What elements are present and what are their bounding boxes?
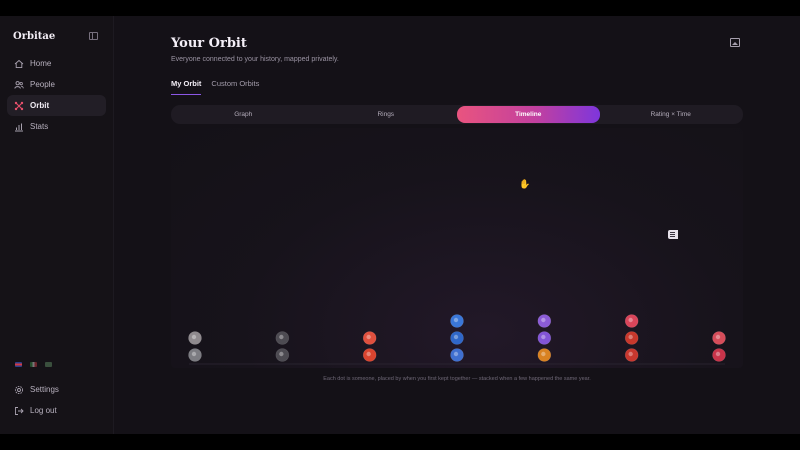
timeline-caption: Each dot is someone, placed by when you …	[323, 376, 591, 382]
uk-flag-icon[interactable]	[15, 362, 22, 367]
people-icon	[14, 80, 24, 90]
person-avatar-icon	[541, 351, 546, 357]
orbit-tabs: My Orbit Custom Orbits	[171, 79, 259, 95]
sidebar-item-label: Home	[30, 59, 52, 68]
sidebar-item-stats[interactable]: Stats	[7, 116, 106, 137]
settings-button[interactable]: Settings	[7, 379, 106, 400]
hand-cursor-icon: ✋	[519, 179, 531, 189]
person-avatar-icon	[366, 334, 371, 340]
timeline-chart[interactable]: 2019202020212022202320242025	[171, 128, 743, 368]
person-avatar-icon	[279, 334, 284, 340]
sidebar-item-people[interactable]: People	[7, 74, 106, 95]
person-avatar-icon	[628, 317, 633, 323]
view-graph-button[interactable]: Graph	[172, 106, 315, 123]
sidebar-item-orbit[interactable]: Orbit	[7, 95, 106, 116]
person-avatar-icon	[715, 334, 721, 340]
it-flag-icon[interactable]	[30, 362, 37, 367]
language-switcher	[15, 362, 52, 367]
main-content: Your Orbit Everyone connected to your hi…	[114, 16, 800, 434]
view-rings-button[interactable]: Rings	[315, 106, 458, 123]
view-timeline-button[interactable]: Timeline	[457, 106, 600, 123]
person-avatar-icon	[191, 334, 197, 340]
person-avatar-icon	[453, 351, 459, 357]
page-subtitle: Everyone connected to your history, mapp…	[171, 56, 339, 63]
export-image-icon[interactable]	[730, 38, 740, 47]
gb-flag-icon[interactable]	[45, 362, 52, 367]
person-avatar-icon	[366, 351, 371, 357]
person-avatar-icon	[541, 334, 546, 340]
logout-button[interactable]: Log out	[7, 400, 106, 421]
sidebar-item-label: People	[30, 80, 55, 89]
sidebar-item-home[interactable]: Home	[7, 53, 106, 74]
sidebar-nav: Home People Orbit Stats	[7, 53, 106, 137]
sidebar-item-label: Orbit	[30, 101, 50, 110]
stats-icon	[14, 122, 24, 132]
sidebar: Orbitae Home People Orbit Stats Settings…	[0, 16, 114, 434]
view-rating-time-button[interactable]: Rating × Time	[600, 106, 743, 123]
person-avatar-icon	[628, 334, 633, 340]
brand-logo[interactable]: Orbitae	[13, 31, 55, 42]
app-window: Orbitae Home People Orbit Stats Settings…	[0, 16, 800, 434]
person-avatar-icon	[453, 334, 459, 340]
person-avatar-icon	[191, 351, 197, 357]
tab-custom-orbits[interactable]: Custom Orbits	[211, 79, 259, 95]
sidebar-item-label: Stats	[30, 122, 49, 131]
timeline-panel[interactable]: 2019202020212022202320242025	[171, 128, 743, 368]
person-avatar-icon	[453, 317, 459, 323]
orbit-icon	[14, 101, 24, 111]
side-panel-handle-icon[interactable]	[668, 230, 678, 239]
gear-icon	[14, 385, 24, 395]
tab-my-orbit[interactable]: My Orbit	[171, 79, 202, 95]
sidebar-bottom-nav: Settings Log out	[7, 379, 106, 421]
page-title: Your Orbit	[171, 36, 247, 51]
logout-label: Log out	[30, 406, 57, 415]
home-icon	[14, 59, 24, 69]
person-avatar-icon	[628, 351, 633, 357]
view-switcher: Graph Rings Timeline Rating × Time	[171, 105, 743, 124]
logout-icon	[14, 406, 24, 416]
settings-label: Settings	[30, 385, 59, 394]
person-avatar-icon	[715, 351, 721, 357]
person-avatar-icon	[541, 317, 546, 323]
person-avatar-icon	[279, 351, 284, 357]
sidebar-collapse-icon[interactable]	[89, 32, 98, 40]
